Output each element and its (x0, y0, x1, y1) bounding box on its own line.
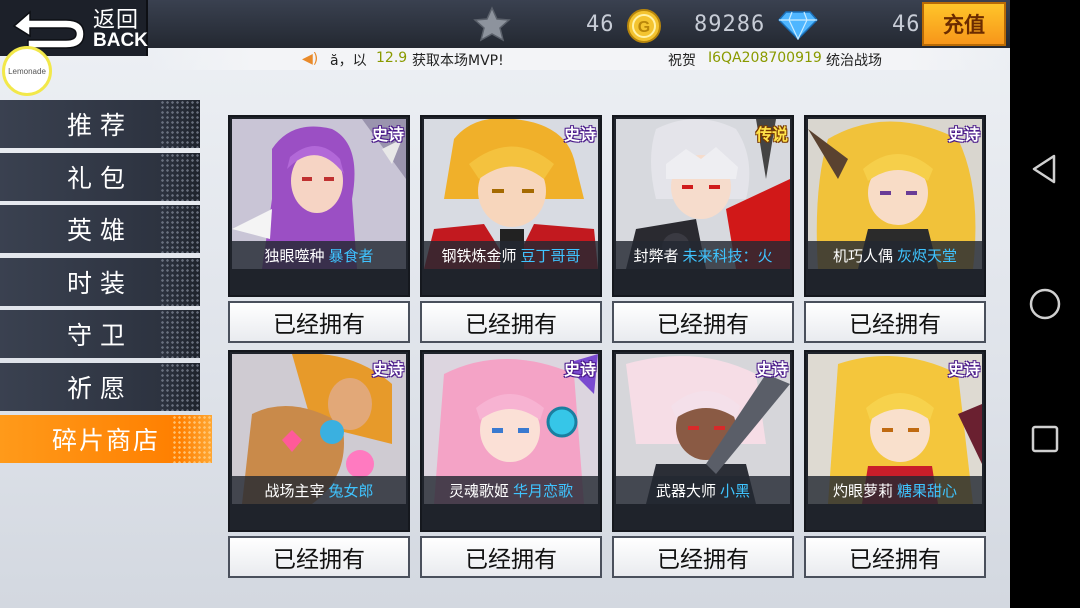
hero-name-bar: 武器大师 小黑 (616, 476, 790, 504)
skin-name: 华月恋歌 (513, 481, 574, 500)
hero-name: 战场主宰 (264, 481, 325, 500)
card-frame: 史诗 灼眼萝莉 糖果甜心 (804, 350, 986, 532)
sidebar-item-recommend[interactable]: 推荐 (0, 100, 200, 148)
owned-button[interactable]: 已经拥有 (228, 301, 410, 343)
hero-card[interactable]: 史诗 武器大师 小黑 已经拥有 (612, 350, 794, 578)
rarity-badge: 史诗 (371, 360, 404, 379)
ticker-text-2-tail: 统治战场 (826, 53, 882, 69)
sidebar-item-heroes[interactable]: 英雄 (0, 205, 200, 253)
rarity-badge: 史诗 (563, 360, 596, 379)
hero-card[interactable]: 史诗 独眼噬种 暴食者 已经拥有 (228, 115, 410, 343)
hero-name: 机巧人偶 (832, 246, 893, 265)
hero-name: 封弊者 (633, 246, 679, 265)
skin-name: 豆丁哥哥 (520, 246, 581, 265)
rarity-badge: 史诗 (563, 125, 596, 144)
hero-name-bar: 独眼噬种 暴食者 (232, 241, 406, 269)
back-label-en: BACK (93, 30, 148, 51)
star-icon (473, 6, 511, 42)
diamonds-count: 46 (892, 12, 921, 37)
skin-name: 灰烬天堂 (897, 246, 958, 265)
hero-card[interactable]: 史诗 战场主宰 兔女郎 已经拥有 (228, 350, 410, 578)
skin-name: 兔女郎 (328, 481, 374, 500)
rarity-badge: 传说 (755, 125, 788, 144)
skin-name: 小黑 (720, 481, 751, 500)
skin-name: 糖果甜心 (897, 481, 958, 500)
svg-text:G: G (638, 19, 650, 36)
hero-name: 钢铁炼金师 (441, 246, 517, 265)
card-frame: 史诗 灵魂歌姬 华月恋歌 (420, 350, 602, 532)
ticker-text-1: ă，以 (330, 53, 367, 69)
hero-card[interactable]: 史诗 灵魂歌姬 华月恋歌 已经拥有 (420, 350, 602, 578)
owned-button[interactable]: 已经拥有 (612, 301, 794, 343)
coin-icon: G (627, 9, 661, 43)
rarity-badge: 史诗 (755, 360, 788, 379)
top-bar: 返回 BACK 46 G 89286 46 充值 (0, 0, 1010, 56)
category-sidebar: 推荐 礼包 英雄 时装 守卫 祈愿 碎片商店 (0, 100, 215, 468)
hero-name-bar: 封弊者 未来科技：火 (616, 241, 790, 269)
owned-button[interactable]: 已经拥有 (612, 536, 794, 578)
recharge-button[interactable]: 充值 (922, 2, 1006, 46)
owned-button[interactable]: 已经拥有 (420, 301, 602, 343)
hero-card[interactable]: 史诗 钢铁炼金师 豆丁哥哥 已经拥有 (420, 115, 602, 343)
hero-name: 灼眼萝莉 (832, 481, 893, 500)
hero-card[interactable]: 史诗 灼眼萝莉 糖果甜心 已经拥有 (804, 350, 986, 578)
avatar-label: Lemonade (8, 66, 46, 76)
game-screen: 返回 BACK 46 G 89286 46 充值 Lemonade ◀) ă，以… (0, 0, 1010, 608)
hero-card[interactable]: 史诗 机巧人偶 灰烬天堂 已经拥有 (804, 115, 986, 343)
rarity-badge: 史诗 (947, 125, 980, 144)
hero-name-bar: 灵魂歌姬 华月恋歌 (424, 476, 598, 504)
owned-button[interactable]: 已经拥有 (804, 301, 986, 343)
hero-name-bar: 战场主宰 兔女郎 (232, 476, 406, 504)
nav-home-icon[interactable] (1028, 287, 1062, 321)
ticker-text-2: 祝贺 (668, 53, 696, 69)
card-frame: 史诗 战场主宰 兔女郎 (228, 350, 410, 532)
skin-name: 未来科技：火 (682, 246, 773, 265)
hero-name: 武器大师 (655, 481, 716, 500)
speaker-icon: ◀) (302, 51, 319, 67)
card-frame: 史诗 独眼噬种 暴食者 (228, 115, 410, 297)
hero-card[interactable]: 传说 封弊者 未来科技：火 已经拥有 (612, 115, 794, 343)
card-frame: 史诗 钢铁炼金师 豆丁哥哥 (420, 115, 602, 297)
sidebar-item-wish[interactable]: 祈愿 (0, 362, 200, 411)
ticker-player: I6QA208700919 (708, 50, 822, 66)
hero-name-bar: 钢铁炼金师 豆丁哥哥 (424, 241, 598, 269)
sidebar-item-packs[interactable]: 礼包 (0, 152, 200, 201)
rarity-badge: 史诗 (371, 125, 404, 144)
announcement-ticker: ◀) ă，以 12.9 获取本场MVP! 祝贺 I6QA208700919 统治… (150, 48, 1010, 70)
sidebar-item-skins[interactable]: 时装 (0, 257, 200, 306)
owned-button[interactable]: 已经拥有 (228, 536, 410, 578)
card-frame: 传说 封弊者 未来科技：火 (612, 115, 794, 297)
card-frame: 史诗 武器大师 小黑 (612, 350, 794, 532)
owned-button[interactable]: 已经拥有 (420, 536, 602, 578)
nav-recents-icon[interactable] (1028, 422, 1062, 456)
skin-name: 暴食者 (328, 246, 374, 265)
hero-name-bar: 机巧人偶 灰烬天堂 (808, 241, 982, 269)
sidebar-item-guardians[interactable]: 守卫 (0, 310, 200, 358)
card-frame: 史诗 机巧人偶 灰烬天堂 (804, 115, 986, 297)
nav-back-icon[interactable] (1028, 152, 1062, 186)
coins-count: 89286 (694, 12, 766, 37)
hero-name-bar: 灼眼萝莉 糖果甜心 (808, 476, 982, 504)
sidebar-item-fragment-shop[interactable]: 碎片商店 (0, 415, 212, 463)
rarity-badge: 史诗 (947, 360, 980, 379)
stars-count: 46 (586, 12, 615, 37)
hero-name: 独眼噬种 (264, 246, 325, 265)
avatar[interactable]: Lemonade (2, 46, 52, 96)
ticker-text-1-tail: 获取本场MVP! (412, 53, 504, 69)
hero-name: 灵魂歌姬 (448, 481, 509, 500)
owned-button[interactable]: 已经拥有 (804, 536, 986, 578)
back-arrow-icon (12, 10, 85, 49)
diamond-icon (778, 11, 818, 40)
android-nav-bar (1010, 0, 1080, 608)
ticker-value-1: 12.9 (376, 50, 408, 66)
